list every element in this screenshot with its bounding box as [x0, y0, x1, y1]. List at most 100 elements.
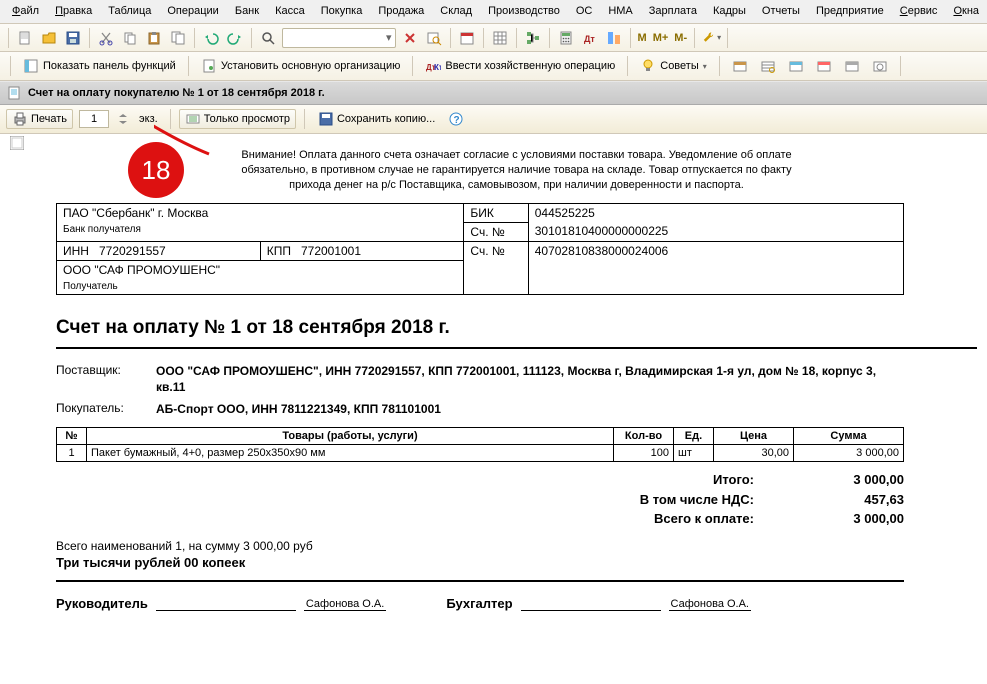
tool-a-icon[interactable] — [729, 55, 751, 77]
tool-d-icon[interactable] — [813, 55, 835, 77]
annotation-badge: 18 — [128, 142, 184, 198]
bik-value: 044525225 — [528, 203, 903, 222]
set-org-label: Установить основную организацию — [221, 60, 401, 72]
search-input[interactable] — [283, 30, 383, 46]
bank-acc-label: Сч. № — [464, 222, 528, 241]
open-icon[interactable] — [38, 27, 60, 49]
menu-edit[interactable]: Правка — [49, 3, 98, 19]
set-org-button[interactable]: Установить основную организацию — [197, 56, 405, 76]
cut-icon[interactable] — [95, 27, 117, 49]
menu-windows[interactable]: Окна — [947, 3, 985, 19]
doc-icon[interactable] — [167, 27, 189, 49]
secondary-toolbar: Показать панель функций Установить основ… — [0, 52, 987, 81]
menu-bank[interactable]: Банк — [229, 3, 265, 19]
mminus-btn[interactable]: M- — [672, 30, 689, 46]
chevron-down-icon[interactable]: ▾ — [383, 31, 395, 44]
menu-sale[interactable]: Продажа — [372, 3, 430, 19]
show-panel-label: Показать панель функций — [43, 60, 176, 72]
tree-icon[interactable] — [522, 27, 544, 49]
supplier-value: ООО "САФ ПРОМОУШЕНС", ИНН 7720291557, КП… — [156, 363, 896, 395]
head-label: Руководитель — [56, 596, 148, 611]
signatures: Руководитель Сафонова О.А. Бухгалтер Саф… — [56, 596, 904, 611]
menu-cash[interactable]: Касса — [269, 3, 311, 19]
menu-reports[interactable]: Отчеты — [756, 3, 806, 19]
tool-b-icon[interactable] — [757, 55, 779, 77]
divider — [56, 347, 977, 349]
doc-title-text: Счет на оплату покупателю № 1 от 18 сент… — [28, 87, 325, 99]
menu-table[interactable]: Таблица — [102, 3, 157, 19]
document-content: 18 Внимание! Оплата данного счета означа… — [0, 134, 987, 625]
tool-f-icon[interactable] — [869, 55, 891, 77]
grid-icon[interactable] — [489, 27, 511, 49]
summary-text: Всего наименований 1, на сумму 3 000,00 … — [56, 539, 977, 553]
bank-details-table: ПАО "Сбербанк" г. Москва БИК 044525225 С… — [56, 203, 904, 295]
bank-acc-value: 30101810400000000225 — [528, 222, 903, 241]
accountant-label: Бухгалтер — [446, 596, 512, 611]
table-row: 1 Пакет бумажный, 4+0, размер 250x350x90… — [57, 445, 904, 462]
menu-prod[interactable]: Производство — [482, 3, 566, 19]
bank-name: ПАО "Сбербанк" г. Москва — [63, 206, 457, 220]
undo-icon[interactable] — [200, 27, 222, 49]
kt-icon[interactable]: Дт — [579, 27, 601, 49]
date-icon[interactable] — [456, 27, 478, 49]
bank-recipient-label: Банк получателя — [57, 222, 464, 241]
acc-name: Сафонова О.А. — [669, 598, 751, 611]
save-icon[interactable] — [62, 27, 84, 49]
org-name: ООО "САФ ПРОМОУШЕНС" — [57, 260, 464, 279]
mplus-btn[interactable]: M+ — [651, 30, 671, 46]
tool-c-icon[interactable] — [785, 55, 807, 77]
head-sign-line — [156, 610, 296, 611]
diskette-icon — [318, 111, 334, 127]
tool-e-icon[interactable] — [841, 55, 863, 77]
recip-acc-value: 40702810838000024006 — [528, 241, 903, 294]
doc-title-bar: Счет на оплату покупателю № 1 от 18 сент… — [0, 81, 987, 105]
calc-icon[interactable] — [555, 27, 577, 49]
svg-text:Кт: Кт — [434, 63, 441, 72]
amount-words: Три тысячи рублей 00 копеек — [56, 555, 977, 570]
recip-acc-label: Сч. № — [464, 241, 528, 294]
redo-icon[interactable] — [224, 27, 246, 49]
find-icon[interactable] — [423, 27, 445, 49]
menu-service[interactable]: Сервис — [894, 3, 944, 19]
copies-input[interactable] — [79, 110, 109, 128]
ab-icon[interactable] — [603, 27, 625, 49]
new-doc-icon[interactable] — [14, 27, 36, 49]
kpp-value: 772001001 — [301, 244, 361, 258]
help-icon[interactable]: ? — [445, 108, 467, 130]
menu-salary[interactable]: Зарплата — [643, 3, 703, 19]
paste-icon[interactable] — [143, 27, 165, 49]
totals-block: Итого:3 000,00 В том числе НДС:457,63 Вс… — [56, 470, 904, 529]
tips-button[interactable]: Советы ▾ — [636, 56, 711, 76]
menu-hr[interactable]: Кадры — [707, 3, 752, 19]
tips-label: Советы — [660, 60, 698, 72]
items-table: № Товары (работы, услуги) Кол-во Ед. Цен… — [56, 427, 904, 462]
save-copy-button[interactable]: Сохранить копию... — [313, 110, 440, 128]
supplier-row: Поставщик: ООО "САФ ПРОМОУШЕНС", ИНН 772… — [56, 363, 977, 395]
menu-os[interactable]: ОС — [570, 3, 599, 19]
menu-stock[interactable]: Склад — [434, 3, 478, 19]
show-panel-button[interactable]: Показать панель функций — [19, 56, 180, 76]
menu-purchase[interactable]: Покупка — [315, 3, 369, 19]
menu-ops[interactable]: Операции — [161, 3, 224, 19]
svg-text:Дт: Дт — [584, 34, 595, 44]
search-icon[interactable] — [257, 27, 279, 49]
bik-label: БИК — [464, 203, 528, 222]
m-btn[interactable]: M — [636, 30, 649, 46]
menu-company[interactable]: Предприятие — [810, 3, 890, 19]
wrench-icon[interactable]: ▾ — [700, 27, 722, 49]
doc-toolbar: Печать экз. Только просмотр Сохранить ко… — [0, 105, 987, 134]
print-button[interactable]: Печать — [6, 109, 73, 129]
inn-value: 7720291557 — [99, 244, 166, 258]
menu-nma[interactable]: НМА — [602, 3, 638, 19]
stepper-icon[interactable] — [115, 111, 131, 127]
divider — [56, 580, 904, 582]
enter-op-label: Ввести хозяйственную операцию — [445, 60, 615, 72]
menu-file[interactable]: Файл — [6, 3, 45, 19]
doc-type-icon — [6, 85, 22, 101]
svg-text:?: ? — [454, 115, 460, 126]
copy-icon[interactable] — [119, 27, 141, 49]
main-menu: Файл Правка Таблица Операции Банк Касса … — [0, 0, 987, 24]
search-combo[interactable]: ▾ — [282, 28, 396, 48]
enter-op-button[interactable]: ДтКт Ввести хозяйственную операцию — [421, 56, 619, 76]
clear-icon[interactable] — [399, 27, 421, 49]
